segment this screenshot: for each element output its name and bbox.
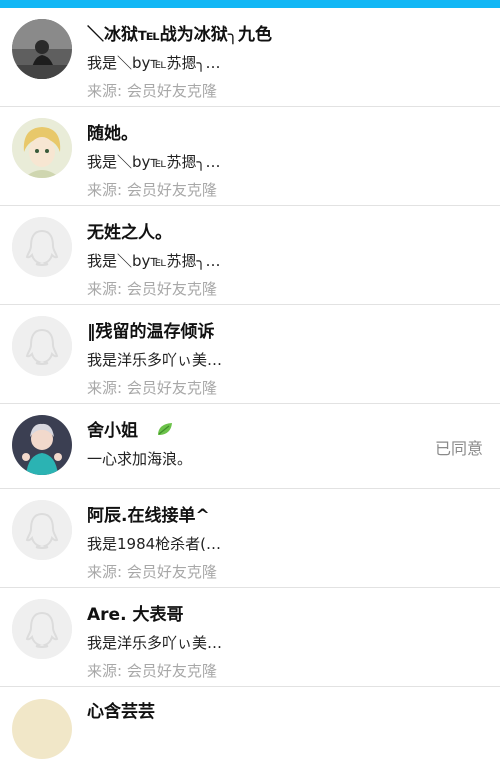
contact-name: 阿辰.在线接单^ <box>87 506 210 526</box>
list-item-partial[interactable]: 心含芸芸 <box>0 693 500 759</box>
request-source: 来源: 会员好友克隆 <box>87 379 217 397</box>
top-accent-bar <box>0 0 500 8</box>
default-avatar-icon[interactable] <box>12 599 72 659</box>
avatar[interactable] <box>12 118 72 178</box>
avatar[interactable] <box>12 699 72 759</box>
avatar[interactable] <box>12 19 72 79</box>
default-avatar-icon[interactable] <box>12 500 72 560</box>
avatar[interactable] <box>12 415 72 475</box>
request-source: 来源: 会员好友克隆 <box>87 563 217 581</box>
request-source: 来源: 会员好友克隆 <box>87 662 217 680</box>
request-message: 我是1984枪杀者(… <box>87 535 222 553</box>
contact-name-text: 舍小姐 <box>87 421 138 441</box>
list-item[interactable]: Are. 大表哥 我是洋乐多吖ぃ美… 来源: 会员好友克隆 <box>0 588 500 687</box>
request-message: 我是洋乐多吖ぃ美… <box>87 634 223 652</box>
request-source: 来源: 会员好友克隆 <box>87 181 217 199</box>
list-item[interactable]: 随她。 我是＼by℡苏摁╮… 来源: 会员好友克隆 <box>0 107 500 206</box>
contact-name: Are. 大表哥 <box>87 605 184 625</box>
request-message: 我是＼by℡苏摁╮… <box>87 54 221 72</box>
request-message: 我是洋乐多吖ぃ美… <box>87 351 223 369</box>
request-message: 我是＼by℡苏摁╮… <box>87 153 221 171</box>
request-source: 来源: 会员好友克隆 <box>87 82 217 100</box>
request-source: 来源: 会员好友克隆 <box>87 280 217 298</box>
list-item[interactable]: ＼冰狱℡战为冰狱╮九色 我是＼by℡苏摁╮… 来源: 会员好友克隆 <box>0 8 500 107</box>
contact-name: ＼冰狱℡战为冰狱╮九色 <box>87 25 273 45</box>
request-message: 一心求加海浪。 <box>87 450 193 468</box>
list-item[interactable]: ‖残留的温存倾诉 我是洋乐多吖ぃ美… 来源: 会员好友克隆 <box>0 305 500 404</box>
leaf-icon <box>156 421 174 442</box>
default-avatar-icon[interactable] <box>12 316 72 376</box>
contact-name: 随她。 <box>87 124 138 144</box>
list-item[interactable]: 舍小姐 一心求加海浪。 已同意 <box>0 404 500 489</box>
accepted-status: 已同意 <box>434 439 483 458</box>
list-item[interactable]: 无姓之人。 我是＼by℡苏摁╮… 来源: 会员好友克隆 <box>0 206 500 305</box>
default-avatar-icon[interactable] <box>12 217 72 277</box>
contact-name: ‖残留的温存倾诉 <box>87 322 215 342</box>
contact-name: 舍小姐 <box>87 416 174 442</box>
request-message: 我是＼by℡苏摁╮… <box>87 252 221 270</box>
contact-name: 无姓之人。 <box>87 223 172 243</box>
list-item[interactable]: 阿辰.在线接单^ 我是1984枪杀者(… 来源: 会员好友克隆 <box>0 489 500 588</box>
friend-request-list: ＼冰狱℡战为冰狱╮九色 我是＼by℡苏摁╮… 来源: 会员好友克隆 随她。 我是… <box>0 8 500 687</box>
